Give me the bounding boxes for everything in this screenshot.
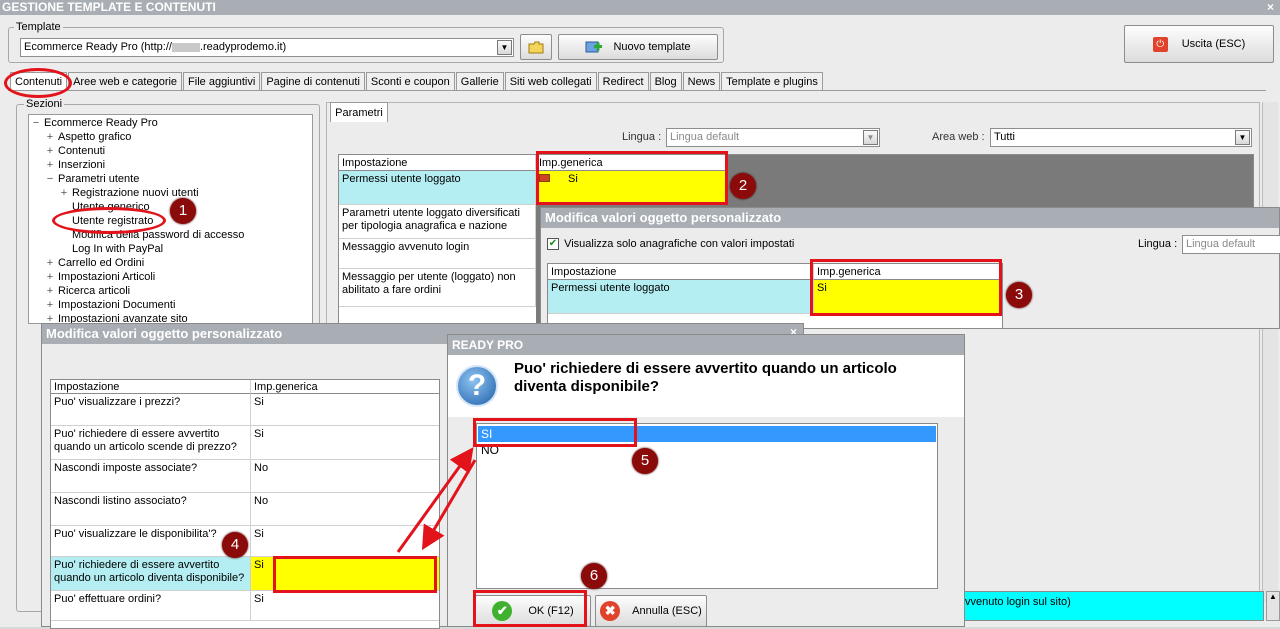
step-badge-4: 4	[222, 532, 248, 558]
step-badge-5: 5	[632, 448, 658, 474]
step-badge-1: 1	[170, 198, 196, 224]
step-badge-3: 3	[1006, 282, 1032, 308]
step-badge-6: 6	[581, 563, 607, 589]
arrow-up	[396, 447, 474, 553]
annotation-arrows	[396, 447, 477, 553]
step-badge-2: 2	[730, 173, 756, 199]
